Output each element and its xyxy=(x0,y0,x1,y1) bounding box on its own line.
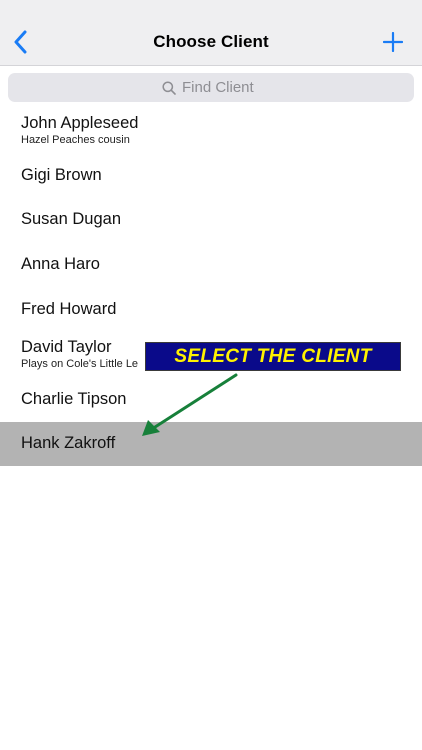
client-name: Gigi Brown xyxy=(21,165,102,184)
client-row[interactable]: Gigi Brown xyxy=(0,153,422,198)
choose-client-screen: Choose Client John AppleseedHazel Peache… xyxy=(0,0,422,750)
client-note: Hazel Peaches cousin xyxy=(21,133,130,146)
plus-icon xyxy=(383,32,403,52)
client-name: Hank Zakroff xyxy=(21,434,116,453)
client-name: Fred Howard xyxy=(21,300,117,319)
client-row[interactable]: Fred Howard xyxy=(0,287,422,332)
client-name: Susan Dugan xyxy=(21,210,121,229)
client-row[interactable]: Anna Haro xyxy=(0,242,422,287)
client-row[interactable]: Hank Zakroff xyxy=(0,421,422,467)
client-name: Anna Haro xyxy=(21,255,100,274)
client-row[interactable]: Charlie Tipson xyxy=(0,377,422,422)
search-icon xyxy=(162,80,176,95)
search-bar[interactable] xyxy=(8,73,414,102)
add-client-button[interactable] xyxy=(380,29,406,55)
client-row[interactable]: John Appleseed Hazel Peaches cousin xyxy=(0,108,422,153)
annotation-text: SELECT THE CLIENT xyxy=(174,345,372,367)
client-list: John Appleseed Hazel Peaches cousin Gigi B… xyxy=(0,108,422,467)
annotation-callout: SELECT THE CLIENT xyxy=(145,342,401,371)
client-name: John Appleseed xyxy=(21,113,139,132)
client-row[interactable]: Susan Dugan xyxy=(0,198,422,243)
page-title: Choose Client xyxy=(153,32,269,51)
client-name: Charlie Tipson xyxy=(21,389,127,408)
search-input[interactable] xyxy=(182,79,260,96)
navigation-bar: Choose Client xyxy=(0,0,422,66)
